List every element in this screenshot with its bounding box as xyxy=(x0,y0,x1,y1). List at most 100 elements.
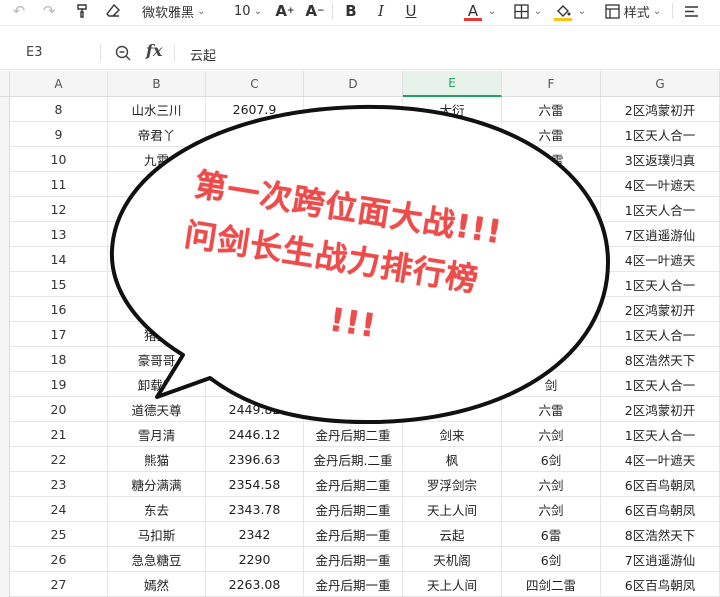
cell-b[interactable]: 马扣斯 xyxy=(108,522,206,547)
bold-icon[interactable]: B xyxy=(340,0,362,22)
chevron-down-icon[interactable]: ⌄ xyxy=(486,0,498,22)
row-number[interactable]: 13 xyxy=(10,222,108,247)
row-number[interactable]: 14 xyxy=(10,247,108,272)
cell-d[interactable] xyxy=(304,372,403,397)
cell-f[interactable]: 四剑二雷 xyxy=(502,572,601,597)
cell-g[interactable]: 1区天人合一 xyxy=(601,372,720,397)
format-painter-icon[interactable] xyxy=(72,0,94,22)
cell-f[interactable] xyxy=(502,222,601,247)
cell-c[interactable]: 2343.78 xyxy=(206,497,304,522)
cell-b[interactable]: 道德天尊 xyxy=(108,397,206,422)
cell-b[interactable]: 糖分满满 xyxy=(108,472,206,497)
cell-reference-box[interactable]: E3 xyxy=(26,45,43,60)
cell-g[interactable]: 3区返璞归真 xyxy=(601,147,720,172)
row-number[interactable]: 23 xyxy=(10,472,108,497)
cell-c[interactable] xyxy=(206,322,304,347)
cell-f[interactable] xyxy=(502,272,601,297)
underline-icon[interactable]: U xyxy=(400,0,422,22)
cell-f[interactable] xyxy=(502,322,601,347)
row-number[interactable]: 17 xyxy=(10,322,108,347)
redo-icon[interactable]: ↷ xyxy=(38,0,60,22)
cell-c[interactable]: 2446.12 xyxy=(206,422,304,447)
cell-d[interactable]: 金丹后期一重 xyxy=(304,522,403,547)
row-number[interactable]: 16 xyxy=(10,297,108,322)
cell-c[interactable]: 2607.9 xyxy=(206,97,304,122)
cell-e[interactable] xyxy=(403,372,502,397)
cell-c[interactable]: 2396.63 xyxy=(206,447,304,472)
cell-f[interactable]: 剑 xyxy=(502,372,601,397)
increase-font-icon[interactable]: A + xyxy=(274,0,296,22)
cell-c[interactable]: 2354.58 xyxy=(206,472,304,497)
cell-g[interactable]: 1区天人合一 xyxy=(601,272,720,297)
cell-f[interactable]: 六剑 xyxy=(502,497,601,522)
cell-f[interactable] xyxy=(502,297,601,322)
cell-b[interactable]: 豪哥哥 xyxy=(108,347,206,372)
column-header-f[interactable]: F xyxy=(502,71,601,97)
cell-d[interactable]: 金丹后期二重 xyxy=(304,422,403,447)
row-number[interactable]: 18 xyxy=(10,347,108,372)
clear-format-icon[interactable] xyxy=(102,0,124,22)
cell-c[interactable]: 2449.82 xyxy=(206,397,304,422)
cell-e[interactable] xyxy=(403,172,502,197)
font-size-select[interactable]: 10 ⌄ xyxy=(230,0,266,22)
cell-d[interactable]: 金丹后期一重 xyxy=(304,547,403,572)
cell-b[interactable] xyxy=(108,272,206,297)
cell-g[interactable]: 2区鸿蒙初开 xyxy=(601,297,720,322)
cell-g[interactable]: 2区鸿蒙初开 xyxy=(601,397,720,422)
cell-b[interactable]: 急急糖豆 xyxy=(108,547,206,572)
cell-b[interactable]: 帝君丫 xyxy=(108,122,206,147)
cell-e[interactable]: 天机阁 xyxy=(403,547,502,572)
cell-f[interactable]: 6剑 xyxy=(502,547,601,572)
cell-f[interactable]: 六雷 xyxy=(502,397,601,422)
row-number[interactable]: 12 xyxy=(10,197,108,222)
row-number[interactable]: 21 xyxy=(10,422,108,447)
cell-g[interactable]: 4区一叶遮天 xyxy=(601,447,720,472)
cell-e[interactable]: 剑来 xyxy=(403,422,502,447)
cell-e[interactable] xyxy=(403,347,502,372)
cell-g[interactable]: 1区天人合一 xyxy=(601,197,720,222)
cell-e[interactable]: 天上人间 xyxy=(403,572,502,597)
cell-c[interactable] xyxy=(206,122,304,147)
cell-c[interactable] xyxy=(206,272,304,297)
formula-input[interactable]: 云起 xyxy=(190,45,216,64)
cell-d[interactable]: 金丹后期二重 xyxy=(304,472,403,497)
row-number[interactable]: 8 xyxy=(10,97,108,122)
cell-b[interactable]: 东去 xyxy=(108,497,206,522)
cell-g[interactable]: 4区一叶遮天 xyxy=(601,172,720,197)
cell-e[interactable]: 罗浮剑宗 xyxy=(403,472,502,497)
cell-e[interactable]: 枫 xyxy=(403,447,502,472)
cell-e[interactable]: 大衍 xyxy=(403,97,502,122)
align-left-icon[interactable] xyxy=(680,0,702,22)
row-number[interactable]: 10 xyxy=(10,147,108,172)
cell-c[interactable]: 2290 xyxy=(206,547,304,572)
cell-f[interactable]: 六雷 xyxy=(502,97,601,122)
column-header-e[interactable]: E xyxy=(403,71,502,97)
column-header-a[interactable]: A xyxy=(10,71,108,97)
cell-d[interactable]: 金丹后期一重 xyxy=(304,572,403,597)
cell-g[interactable]: 2区鸿蒙初开 xyxy=(601,97,720,122)
row-number[interactable]: 24 xyxy=(10,497,108,522)
cell-c[interactable]: 2263.08 xyxy=(206,572,304,597)
cell-g[interactable]: 6区百鸟朝凤 xyxy=(601,472,720,497)
row-number[interactable]: 9 xyxy=(10,122,108,147)
row-number[interactable]: 26 xyxy=(10,547,108,572)
cell-e[interactable] xyxy=(403,147,502,172)
cell-f[interactable] xyxy=(502,347,601,372)
cell-b[interactable]: 山水三川 xyxy=(108,97,206,122)
chevron-down-icon[interactable]: ⌄ xyxy=(532,0,544,22)
zoom-search-icon[interactable] xyxy=(114,44,132,62)
cell-styles-button[interactable]: 样式 ⌄ xyxy=(600,0,666,22)
cell-b[interactable]: 雪月清 xyxy=(108,422,206,447)
cell-e[interactable] xyxy=(403,397,502,422)
cell-d[interactable] xyxy=(304,397,403,422)
column-header-b[interactable]: B xyxy=(108,71,206,97)
cell-e[interactable]: 云起 xyxy=(403,522,502,547)
font-color-icon[interactable]: A xyxy=(462,0,484,22)
cell-f[interactable]: 6雷 xyxy=(502,522,601,547)
cell-g[interactable]: 1区天人合一 xyxy=(601,122,720,147)
cell-g[interactable]: 6区百鸟朝凤 xyxy=(601,572,720,597)
cell-b[interactable] xyxy=(108,172,206,197)
cell-d[interactable] xyxy=(304,122,403,147)
cell-f[interactable] xyxy=(502,247,601,272)
row-number[interactable]: 20 xyxy=(10,397,108,422)
